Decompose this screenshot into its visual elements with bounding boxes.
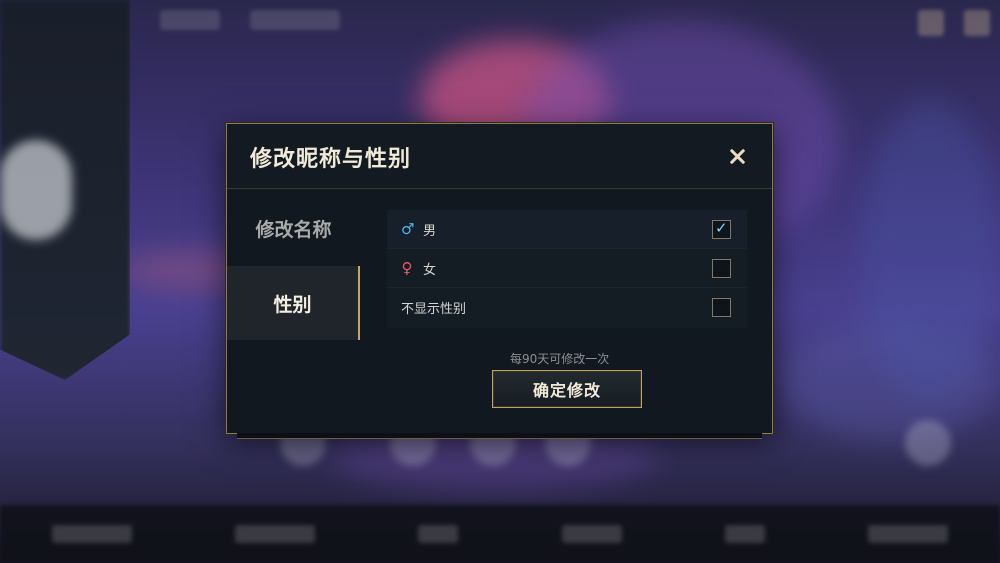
checkbox-female[interactable] bbox=[712, 259, 731, 278]
close-icon[interactable] bbox=[726, 145, 750, 169]
gender-option-label: 不显示性别 bbox=[401, 302, 467, 317]
tab-edit-name[interactable]: 修改名称 bbox=[227, 190, 360, 266]
gender-option-label: 男 bbox=[423, 223, 437, 239]
gender-options-list: ♂ 男 ✓ ♀ 女 不显示性别 bbox=[387, 210, 747, 328]
gender-panel: ♂ 男 ✓ ♀ 女 不显示性别 每90天可修改一次 确定修改 bbox=[360, 190, 772, 433]
dialog-title: 修改昵称与性别 bbox=[250, 147, 412, 172]
edit-nickname-gender-dialog: 修改昵称与性别 修改名称 性别 ♂ 男 ✓ ♀ 女 不显示性别 每90天可修改一… bbox=[226, 123, 773, 439]
gender-option-label: 女 bbox=[423, 262, 437, 278]
tab-gender[interactable]: 性别 bbox=[227, 266, 360, 340]
dialog-header: 修改昵称与性别 bbox=[227, 124, 772, 189]
gender-option-female[interactable]: ♀ 女 bbox=[387, 249, 747, 288]
checkmark-icon: ✓ bbox=[715, 219, 728, 237]
gender-option-hidden[interactable]: 不显示性别 bbox=[387, 288, 747, 327]
gender-option-male[interactable]: ♂ 男 ✓ bbox=[387, 210, 747, 249]
checkbox-male[interactable]: ✓ bbox=[712, 219, 731, 239]
female-symbol-icon: ♀ bbox=[401, 259, 413, 277]
male-symbol-icon: ♂ bbox=[401, 220, 415, 238]
checkbox-hide-gender[interactable] bbox=[712, 298, 731, 317]
confirm-button[interactable]: 确定修改 bbox=[492, 370, 642, 408]
modify-limit-hint: 每90天可修改一次 bbox=[510, 352, 610, 366]
dialog-side-nav: 修改名称 性别 bbox=[227, 190, 360, 433]
